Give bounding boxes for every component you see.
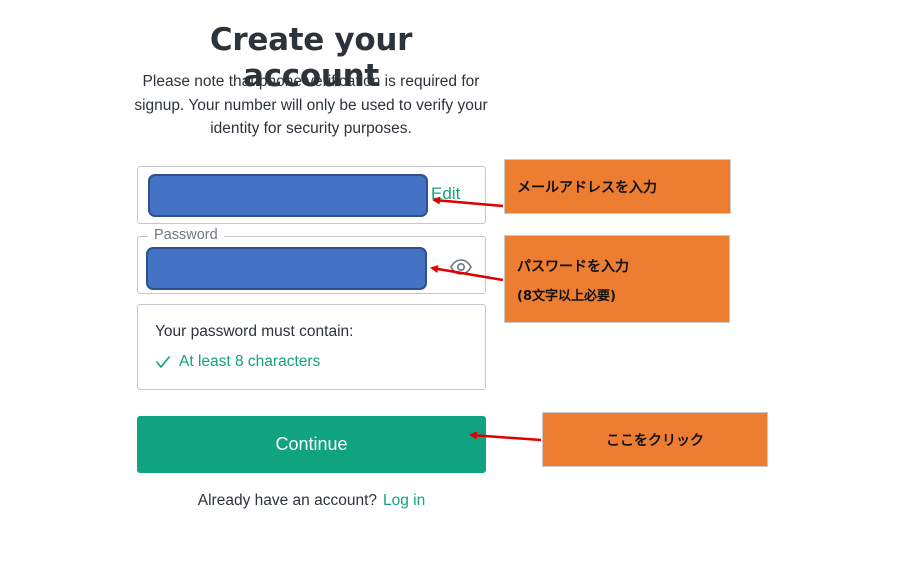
password-annotation-subtext: (8文字以上必要) (517, 289, 616, 304)
requirements-title: Your password must contain: (155, 323, 354, 340)
requirement-label: At least 8 characters (179, 353, 321, 370)
continue-annotation-text: ここをクリック (606, 433, 704, 449)
eye-icon[interactable] (449, 255, 473, 279)
email-annotation-text: メールアドレスを入力 (517, 180, 657, 196)
password-annotation-box: パスワードを入力 (8文字以上必要) (504, 235, 730, 323)
password-requirements: Your password must contain: At least 8 c… (137, 304, 486, 390)
continue-button[interactable]: Continue (137, 416, 486, 473)
login-prompt: Already have an account? (197, 492, 377, 509)
edit-email-link[interactable]: Edit (431, 184, 460, 204)
password-field[interactable]: Password (137, 227, 486, 294)
login-prompt-row: Already have an account? Log in (137, 492, 486, 510)
login-link[interactable]: Log in (383, 492, 425, 509)
password-redaction-mask (146, 247, 427, 290)
email-field[interactable]: Edit (137, 166, 486, 224)
email-annotation-box: メールアドレスを入力 (504, 159, 731, 214)
password-annotation-text: パスワードを入力 (517, 259, 629, 275)
check-icon (155, 355, 171, 369)
page-subtitle: Please note that phone verification is r… (134, 73, 488, 137)
continue-annotation-box: ここをクリック (542, 412, 768, 467)
email-redaction-mask (148, 174, 428, 217)
requirement-item: At least 8 characters (155, 353, 320, 371)
password-label: Password (148, 227, 224, 243)
